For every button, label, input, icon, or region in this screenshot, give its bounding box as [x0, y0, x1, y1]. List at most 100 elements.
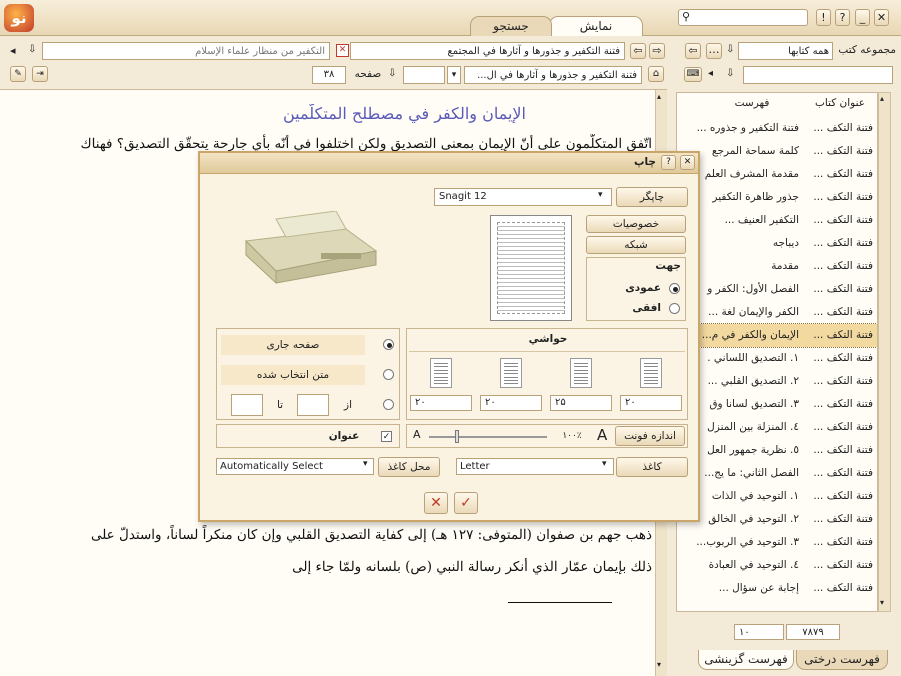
scroll-down-icon[interactable]: ▾ — [657, 660, 661, 669]
range-to-input[interactable] — [231, 394, 263, 416]
tree-row[interactable]: فتنة التكف ... ٤. التوحيد في العبادة — [677, 554, 877, 577]
export-icon[interactable]: ⇥ — [32, 66, 48, 82]
keyboard-icon[interactable]: ⌨ — [684, 67, 702, 82]
range-current-radio[interactable] — [383, 339, 394, 350]
tree-row[interactable]: فتنة التكف ... مقدمة المشرف العلم — [677, 163, 877, 186]
dropdown-arrow-icon[interactable]: ▾ — [363, 459, 368, 469]
tree-row[interactable]: فتنة التكف ... ديباجه — [677, 232, 877, 255]
font-size-group: A ۱۰۰٪ A اندازه فونت — [406, 424, 688, 448]
page-label: صفحه — [354, 68, 382, 80]
margin-input[interactable]: ۲۰ — [620, 395, 682, 411]
tab-selective-index[interactable]: فهرست گزینشی — [698, 650, 794, 670]
back-arrow-icon[interactable]: ⇦ — [630, 43, 646, 59]
tree-row[interactable]: فتنة التكف ... إجابة عن سؤال ... — [677, 577, 877, 600]
portrait-radio[interactable] — [669, 283, 680, 294]
back-arrow-icon[interactable]: ⇦ — [685, 43, 701, 59]
printer-illustration — [244, 211, 378, 285]
book-path-field[interactable]: فتنة التكفير و جذورها و آثارها في المجتم… — [350, 42, 625, 60]
ok-button[interactable]: ✓ — [454, 492, 478, 514]
column-header-index[interactable]: فهرست — [707, 97, 797, 111]
cancel-button[interactable]: ✕ — [424, 492, 448, 514]
forward-arrow-icon[interactable]: ⇨ — [649, 43, 665, 59]
tree-row[interactable]: فتنة التكف ... ۱. التصديق اللساني . — [677, 347, 877, 370]
tree-row[interactable]: فتنة التكف ... فتنة التكفير و جذوره ... — [677, 117, 877, 140]
title-checkbox-label: عنوان — [328, 430, 360, 442]
paper-source-select[interactable]: Automatically Select — [216, 458, 374, 475]
close-button[interactable]: ✕ — [874, 9, 889, 26]
page-input[interactable] — [403, 66, 445, 84]
margin-input[interactable]: ۲۰ — [410, 395, 472, 411]
global-search-input[interactable]: ⚲ — [678, 9, 808, 26]
tab-display[interactable]: نمایش — [549, 16, 643, 36]
slider-thumb[interactable] — [454, 430, 459, 443]
tab-tree-index[interactable]: فهرست درختی — [796, 650, 888, 670]
more-button[interactable]: … — [706, 43, 722, 59]
scroll-up-icon[interactable]: ▴ — [657, 92, 661, 101]
bookmark-icon[interactable]: ⌂ — [648, 66, 664, 82]
minimize-button[interactable]: _ — [855, 9, 870, 26]
down-arrow-icon[interactable]: ⇩ — [388, 68, 400, 82]
tab-search[interactable]: جستجو — [470, 16, 552, 36]
alert-button[interactable]: ! — [816, 9, 831, 26]
page-number-field[interactable]: ۳۸ — [312, 66, 346, 84]
down-arrow-icon[interactable]: ⇩ — [726, 44, 738, 58]
network-button[interactable]: شبکه — [586, 236, 686, 254]
print-range-group: صفحه جاری متن انتخاب شده تا از — [216, 328, 400, 420]
tree-row[interactable]: فتنة التكف ... الفصل الأول: الكفر و — [677, 278, 877, 301]
current-count[interactable]: ۱۰ — [734, 624, 784, 640]
down-arrow-icon[interactable]: ⇩ — [28, 44, 40, 58]
sub-path-field[interactable]: التكفير من منظار علماء الإسلام — [42, 42, 330, 60]
tree-row[interactable]: فتنة التكف ... ٤. المنزلة بين المنزل — [677, 416, 877, 439]
landscape-radio[interactable] — [669, 303, 680, 314]
down-arrow-icon[interactable]: ⇩ — [726, 68, 738, 82]
margin-line — [644, 383, 658, 385]
tree-row[interactable]: فتنة التكف ... جذور ظاهرة التكفير — [677, 186, 877, 209]
tree-row[interactable]: فتنة التكف ... الإيمان والكفر في م... — [677, 323, 877, 348]
tree-row[interactable]: فتنة التكف ... التكفير العنيف ... — [677, 209, 877, 232]
range-from-input[interactable] — [297, 394, 329, 416]
margin-page-icon — [500, 358, 522, 388]
dropdown-arrow-icon[interactable]: ▾ — [598, 190, 603, 200]
tree-row[interactable]: فتنة التكف ... الفصل الثاني: ما يج... — [677, 462, 877, 485]
tree-scrollbar[interactable]: ▴ ▾ — [878, 92, 891, 612]
section-select[interactable]: فتنة التكفير و جذورها و آثارها في ال... — [464, 66, 642, 84]
scroll-up-icon[interactable]: ▴ — [880, 94, 884, 103]
help-button[interactable]: ? — [835, 9, 850, 26]
left-arrow-icon[interactable]: ◂ — [708, 68, 720, 82]
range-pages-radio[interactable] — [383, 399, 394, 410]
close-icon[interactable]: ✕ — [336, 44, 349, 57]
left-arrow-icon[interactable]: ◂ — [10, 44, 24, 58]
properties-button[interactable]: خصوصیات — [586, 215, 686, 233]
tree-row[interactable]: فتنة التكف ... ۲. التوحيد في الخالق — [677, 508, 877, 531]
tree-row-book: فتنة التكف ... — [813, 237, 873, 249]
printer-select[interactable]: Snagit 12 — [434, 188, 612, 206]
tree-row[interactable]: فتنة التكف ... مقدمة — [677, 255, 877, 278]
dropdown-arrow-icon[interactable]: ▾ — [602, 459, 607, 469]
tree-row[interactable]: فتنة التكف ... ٥. نظرية جمهور العل — [677, 439, 877, 462]
title-checkbox[interactable]: ✓ — [381, 431, 392, 442]
dialog-help-button[interactable]: ? — [661, 155, 676, 170]
range-from-label: از — [344, 399, 352, 411]
margin-line — [434, 363, 448, 364]
tree-row[interactable]: فتنة التكف ... ۳. التصديق لسانا وق — [677, 393, 877, 416]
tree-row-book: فتنة التكف ... — [813, 168, 873, 180]
tree-filter-input[interactable] — [743, 66, 893, 84]
margin-line — [574, 380, 588, 381]
margin-input[interactable]: ۲۰ — [480, 395, 542, 411]
tree-row[interactable]: فتنة التكف ... ۳. التوحيد في الربوب... — [677, 531, 877, 554]
tree-row[interactable]: فتنة التكف ... ۲. التصديق القلبي ... — [677, 370, 877, 393]
tree-row[interactable]: فتنة التكف ... الكفر والإيمان لغة ... — [677, 301, 877, 324]
paper-select[interactable]: Letter — [456, 458, 614, 475]
dropdown-arrow-icon[interactable]: ▾ — [447, 66, 461, 84]
landscape-label: افقی — [632, 302, 661, 314]
column-header-book[interactable]: عنوان كتاب — [807, 97, 873, 111]
settings-icon[interactable]: ✎ — [10, 66, 26, 82]
margin-input[interactable]: ۲۵ — [550, 395, 612, 411]
font-size-slider[interactable] — [429, 436, 547, 438]
collection-select[interactable]: همه كتابها — [738, 42, 833, 60]
tree-row[interactable]: فتنة التكف ... كلمة سماحة المرجع — [677, 140, 877, 163]
dialog-close-button[interactable]: ✕ — [680, 155, 695, 170]
scroll-down-icon[interactable]: ▾ — [880, 598, 884, 607]
tree-row[interactable]: فتنة التكف ... ۱. التوحيد في الذات — [677, 485, 877, 508]
range-selection-radio[interactable] — [383, 369, 394, 380]
